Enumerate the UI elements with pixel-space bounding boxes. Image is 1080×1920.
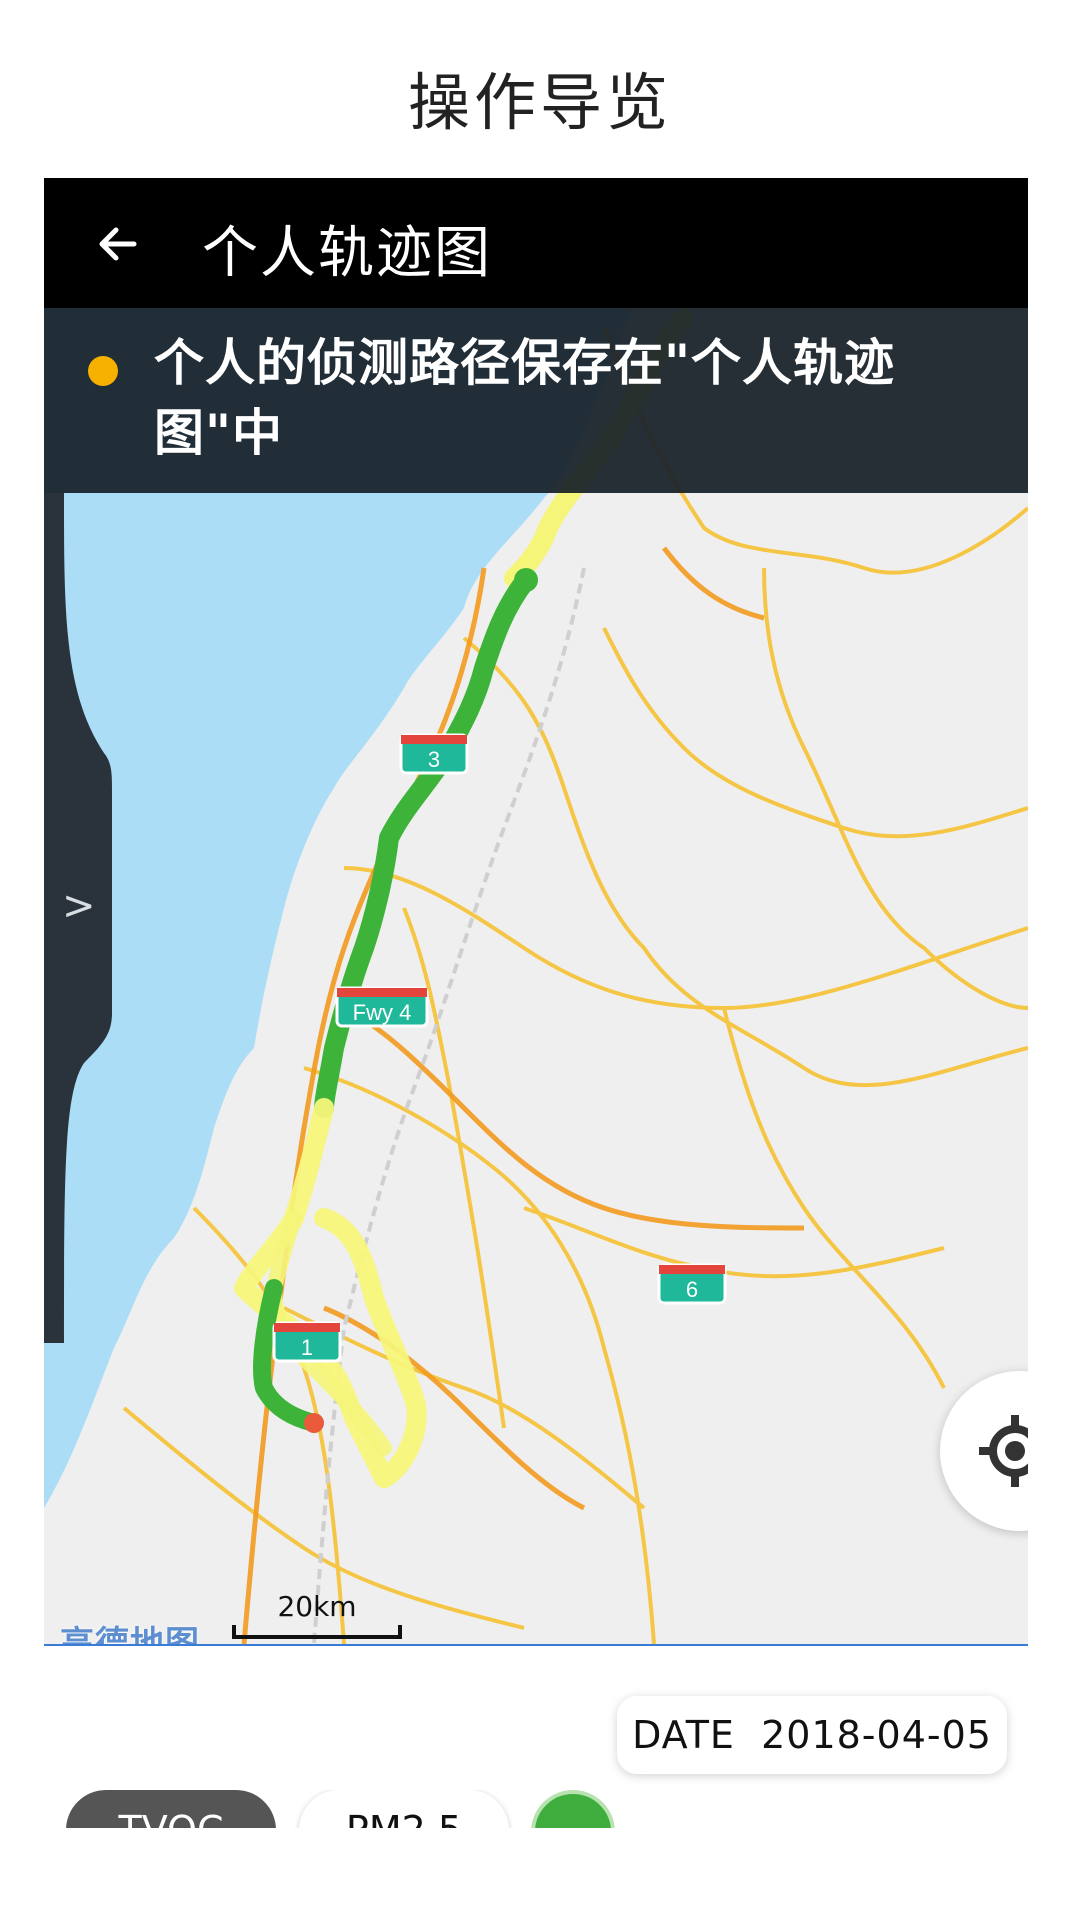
map-canvas: 3 Fwy 4 6 1 [44, 308, 1028, 1644]
filter-bar: TVOC PM2.5 [44, 1790, 1028, 1828]
track-marker [514, 568, 538, 592]
air-quality-icon[interactable] [531, 1790, 615, 1828]
shield-6-label: 6 [686, 1277, 698, 1302]
tip-text: 个人的侦测路径保存在"个人轨迹图"中 [154, 334, 896, 462]
date-value: 2018-04-05 [761, 1713, 992, 1757]
shield-1-label: 1 [301, 1335, 313, 1360]
track-map[interactable]: 3 Fwy 4 6 1 个人的侦测路径保存在"个人轨迹图"中 > 高德地图 20… [44, 308, 1028, 1646]
app-screenshot-frame: 个人轨迹图 3 Fwy 4 6 1 个人的侦测路径保存在"个人轨迹图"中 > 高… [44, 178, 1028, 1828]
map-provider-logo: 高德地图 [60, 1624, 200, 1646]
tip-bullet-dot [88, 356, 118, 386]
map-scale: 20km [232, 1590, 402, 1639]
page-title: 操作导览 [407, 66, 672, 139]
filter-chip-pm25[interactable]: PM2.5 [299, 1790, 509, 1828]
scale-bar [232, 1625, 402, 1639]
app-bar: 个人轨迹图 [44, 178, 1028, 308]
track-end-marker [304, 1413, 324, 1433]
shield-fwy4-label: Fwy 4 [353, 1000, 412, 1025]
guide-tip-banner: 个人的侦测路径保存在"个人轨迹图"中 [44, 308, 1028, 493]
date-label: DATE [632, 1713, 735, 1757]
arrow-left-icon[interactable] [94, 220, 142, 268]
appbar-title: 个人轨迹图 [202, 221, 492, 286]
filter-chip-tvoc[interactable]: TVOC [66, 1790, 276, 1828]
locate-button[interactable] [940, 1371, 1028, 1531]
chevron-right-icon[interactable]: > [62, 883, 96, 929]
date-selector[interactable]: DATE 2018-04-05 [617, 1696, 1007, 1774]
crosshair-icon [979, 1415, 1028, 1487]
scale-label: 20km [277, 1590, 357, 1623]
shield-3-label: 3 [428, 747, 440, 772]
